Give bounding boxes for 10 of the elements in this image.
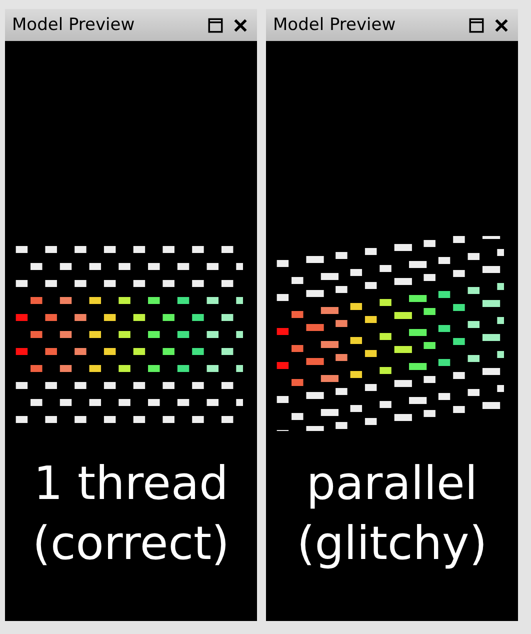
panel-title: Model Preview [12,15,136,35]
restore-icon[interactable] [207,16,224,34]
caption-text: 1 thread [34,455,228,512]
restore-icon[interactable] [468,16,485,34]
caption-text: parallel [306,455,478,512]
caption-text: (correct) [32,515,230,572]
caption-text: (glitchy) [296,515,488,572]
close-icon[interactable] [232,16,249,34]
close-icon[interactable] [493,16,510,34]
panel-title: Model Preview [273,15,397,35]
